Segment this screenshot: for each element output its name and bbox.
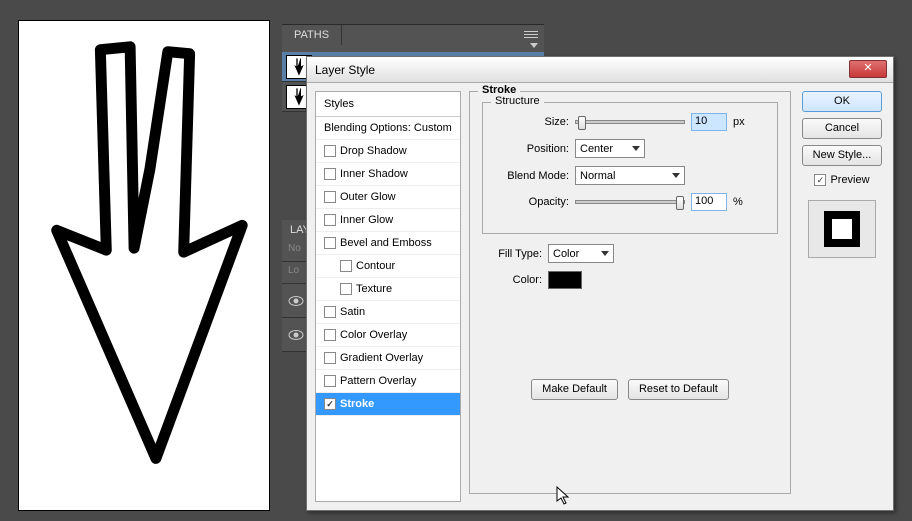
panel-dropdown-icon[interactable] [530,43,538,48]
styles-list: Styles Blending Options: Custom Drop Sha… [315,91,461,502]
checkbox[interactable] [340,283,352,295]
style-item-stroke[interactable]: ✓Stroke [316,393,460,416]
document-canvas[interactable] [18,20,270,511]
blend-mode-select[interactable]: Normal [575,166,685,185]
chevron-down-icon [632,146,640,151]
visibility-eye-icon[interactable] [288,329,304,341]
checkbox[interactable] [324,237,336,249]
new-style-button[interactable]: New Style... [802,145,882,166]
opacity-slider[interactable] [575,200,685,204]
slider-thumb[interactable] [676,196,684,210]
fill-type-label: Fill Type: [482,248,542,260]
style-item-pattern-overlay[interactable]: Pattern Overlay [316,370,460,393]
close-button[interactable]: ✕ [849,60,887,78]
layer-style-dialog: Layer Style ✕ Styles Blending Options: C… [306,56,894,511]
visibility-eye-icon[interactable] [288,295,304,307]
settings-panel: Stroke Structure Size: 10 px Position: C… [469,91,791,502]
size-input[interactable]: 10 [691,113,727,131]
checkbox[interactable] [324,145,336,157]
preview-checkbox[interactable]: ✓ [814,174,826,186]
paths-tab[interactable]: PATHS [282,25,342,45]
size-label: Size: [495,116,569,128]
style-item-contour[interactable]: Contour [316,255,460,278]
panel-menu-icon[interactable] [524,31,538,41]
style-item-drop-shadow[interactable]: Drop Shadow [316,140,460,163]
opacity-input[interactable]: 100 [691,193,727,211]
blending-options-item[interactable]: Blending Options: Custom [316,117,460,140]
style-item-satin[interactable]: Satin [316,301,460,324]
dialog-titlebar[interactable]: Layer Style ✕ [307,57,893,83]
preview-thumbnail [808,200,876,258]
checkbox[interactable] [324,214,336,226]
checkbox[interactable]: ✓ [324,398,336,410]
checkbox[interactable] [324,306,336,318]
style-item-inner-glow[interactable]: Inner Glow [316,209,460,232]
checkbox[interactable] [340,260,352,272]
position-select[interactable]: Center [575,139,645,158]
preview-square-icon [824,211,860,247]
chevron-down-icon [601,251,609,256]
checkbox[interactable] [324,352,336,364]
opacity-unit: % [733,196,743,208]
subgroup-title-structure: Structure [491,95,544,107]
style-item-gradient-overlay[interactable]: Gradient Overlay [316,347,460,370]
style-item-color-overlay[interactable]: Color Overlay [316,324,460,347]
paths-panel: PATHS [282,24,544,52]
styles-header[interactable]: Styles [316,92,460,117]
blend-mode-label: Blend Mode: [495,170,569,182]
chevron-down-icon [672,173,680,178]
dialog-buttons: OK Cancel New Style... ✓ Preview [799,91,885,502]
checkbox[interactable] [324,168,336,180]
checkbox[interactable] [324,329,336,341]
dialog-title: Layer Style [315,63,375,77]
position-label: Position: [495,143,569,155]
reset-default-button[interactable]: Reset to Default [628,379,729,400]
opacity-label: Opacity: [495,196,569,208]
size-slider[interactable] [575,120,685,124]
color-swatch[interactable] [548,271,582,289]
color-label: Color: [482,274,542,286]
style-item-bevel-emboss[interactable]: Bevel and Emboss [316,232,460,255]
style-item-inner-shadow[interactable]: Inner Shadow [316,163,460,186]
style-item-outer-glow[interactable]: Outer Glow [316,186,460,209]
preview-label: Preview [830,174,869,186]
size-unit: px [733,116,745,128]
style-item-texture[interactable]: Texture [316,278,460,301]
arrow-shape-path [19,21,269,510]
cancel-button[interactable]: Cancel [802,118,882,139]
preview-checkbox-row[interactable]: ✓ Preview [814,174,869,186]
ok-button[interactable]: OK [802,91,882,112]
slider-thumb[interactable] [578,116,586,130]
fill-type-select[interactable]: Color [548,244,614,263]
checkbox[interactable] [324,375,336,387]
checkbox[interactable] [324,191,336,203]
make-default-button[interactable]: Make Default [531,379,618,400]
